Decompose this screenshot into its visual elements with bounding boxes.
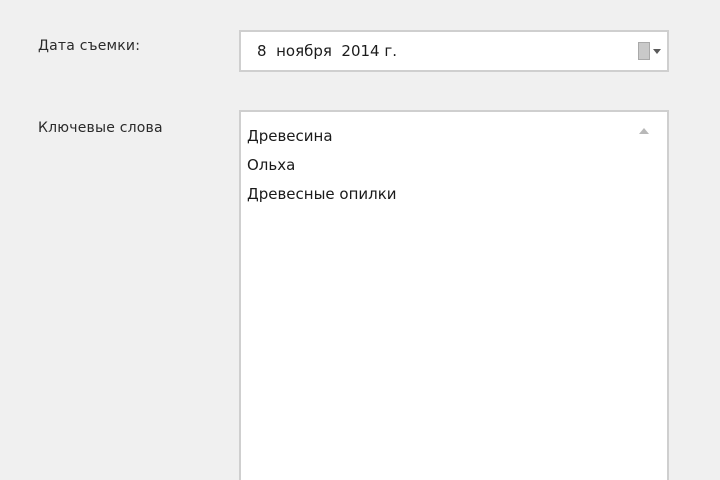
date-taken-picker[interactable]: 8 ноября 2014 г. [239, 30, 669, 72]
calendar-dropdown-button[interactable] [631, 32, 667, 70]
calendar-icon [637, 42, 650, 60]
keyword-item[interactable]: Древесина [247, 122, 667, 151]
keyword-item[interactable]: Древесные опилки [247, 180, 667, 209]
keywords-textarea[interactable]: Древесина Ольха Древесные опилки [239, 110, 669, 480]
keywords-scrollbar[interactable] [629, 118, 659, 480]
keyword-item[interactable]: Ольха [247, 151, 667, 180]
scroll-up-icon[interactable] [639, 128, 649, 134]
keywords-label: Ключевые слова [38, 120, 163, 136]
keywords-list: Древесина Ольха Древесные опилки [241, 112, 667, 209]
chevron-down-icon [652, 48, 661, 54]
properties-panel: Дата съемки: 8 ноября 2014 г. Ключевые с… [0, 0, 720, 480]
date-taken-label: Дата съемки: [38, 38, 141, 54]
date-taken-value[interactable]: 8 ноября 2014 г. [241, 42, 631, 60]
